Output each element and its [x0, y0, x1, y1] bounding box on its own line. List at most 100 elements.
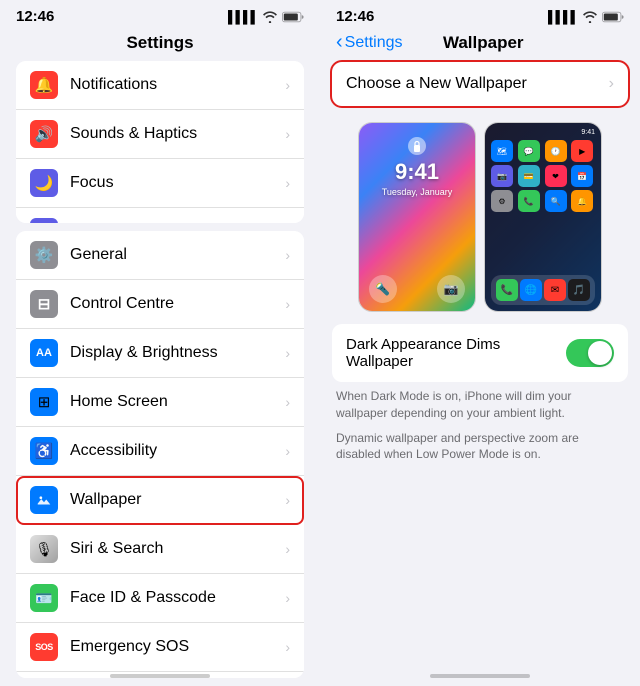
app-icon-7: 🔍 [545, 190, 567, 212]
chevron-icon: › [285, 175, 290, 191]
sidebar-item-wallpaper[interactable]: Wallpaper › [16, 476, 304, 525]
notifications-icon: 🔔 [30, 71, 58, 99]
lock-time: 9:41 [395, 159, 439, 185]
signal-icon-right: ▌▌▌▌ [548, 10, 578, 24]
app-icon-youtube: ▶ [571, 140, 593, 162]
settings-group-1: 🔔 Notifications › 🔊 Sounds & Haptics › 🌙… [16, 61, 304, 223]
accessibility-icon: ♿ [30, 437, 58, 465]
battery-icon-left [282, 11, 304, 23]
dark-appearance-label: Dark Appearance Dims Wallpaper [346, 336, 566, 370]
sidebar-item-accessibility[interactable]: ♿ Accessibility › [16, 427, 304, 476]
screen-time-icon: ⏱ [30, 218, 58, 223]
siri-icon: 🎙 [30, 535, 58, 563]
time-left: 12:46 [16, 8, 54, 25]
chevron-icon: › [285, 296, 290, 312]
back-button[interactable]: ‹ Settings [336, 31, 402, 54]
wifi-icon-right [582, 11, 598, 23]
sidebar-item-emergency-sos[interactable]: SOS Emergency SOS › [16, 623, 304, 672]
info-text-2: Dynamic wallpaper and perspective zoom a… [336, 430, 624, 464]
app-icon-1: 📷 [491, 165, 513, 187]
lock-icon [408, 137, 426, 155]
dark-appearance-row: Dark Appearance Dims Wallpaper [332, 324, 628, 382]
home-screen-label: Home Screen [70, 393, 281, 411]
status-bar-left: 12:46 ▌▌▌▌ [0, 0, 320, 29]
app-icon-6: 📞 [518, 190, 540, 212]
dock-safari: 🌐 [520, 279, 542, 301]
choose-wallpaper-chevron: › [609, 75, 614, 93]
back-chevron-icon: ‹ [336, 31, 343, 54]
chevron-icon: › [285, 126, 290, 142]
sidebar-item-home-screen[interactable]: ⊞ Home Screen › [16, 378, 304, 427]
signal-icon: ▌▌▌▌ [228, 10, 258, 24]
chevron-icon: › [285, 541, 290, 557]
accessibility-label: Accessibility [70, 442, 281, 460]
choose-wallpaper-label: Choose a New Wallpaper [346, 75, 527, 93]
sidebar-item-focus[interactable]: 🌙 Focus › [16, 159, 304, 208]
emergency-sos-icon: SOS [30, 633, 58, 661]
wifi-icon [262, 11, 278, 23]
lockscreen-bg: 9:41 Tuesday, January 🔦 📷 [359, 123, 475, 311]
choose-wallpaper-button[interactable]: Choose a New Wallpaper › [332, 62, 628, 106]
sidebar-item-sounds[interactable]: 🔊 Sounds & Haptics › [16, 110, 304, 159]
app-icon-2: 💳 [518, 165, 540, 187]
sidebar-item-control-centre[interactable]: ⊟ Control Centre › [16, 280, 304, 329]
lock-date: Tuesday, January [382, 187, 453, 197]
general-label: General [70, 246, 281, 264]
home-indicator-left [0, 666, 320, 682]
sidebar-item-siri[interactable]: 🎙 Siri & Search › [16, 525, 304, 574]
emergency-sos-label: Emergency SOS [70, 638, 281, 656]
sidebar-item-screen-time[interactable]: ⏱ Screen Time › [16, 208, 304, 223]
flashlight-icon: 🔦 [369, 275, 397, 303]
home-status-bar: 9:41 [489, 127, 597, 136]
app-icon-3: ❤ [545, 165, 567, 187]
focus-icon: 🌙 [30, 169, 58, 197]
dock: 📞 🌐 ✉ 🎵 [491, 275, 595, 305]
app-icon-5: ⚙ [491, 190, 513, 212]
dock-phone: 📞 [496, 279, 518, 301]
sidebar-item-display[interactable]: AA Display & Brightness › [16, 329, 304, 378]
chevron-icon: › [285, 394, 290, 410]
settings-title: Settings [0, 29, 320, 61]
settings-group-2: ⚙️ General › ⊟ Control Centre › AA Displ… [16, 231, 304, 678]
sidebar-item-face-id[interactable]: 🪪 Face ID & Passcode › [16, 574, 304, 623]
sounds-icon: 🔊 [30, 120, 58, 148]
display-label: Display & Brightness [70, 344, 281, 362]
chevron-icon: › [285, 590, 290, 606]
phone-previews: 9:41 Tuesday, January 🔦 📷 9:41 [320, 118, 640, 324]
control-centre-icon: ⊟ [30, 290, 58, 318]
time-right: 12:46 [336, 8, 374, 25]
siri-label: Siri & Search [70, 540, 281, 558]
settings-panel: 12:46 ▌▌▌▌ Settings 🔔 Notifications › 🔊 [0, 0, 320, 686]
camera-icon: 📷 [437, 275, 465, 303]
status-icons-left: ▌▌▌▌ [228, 10, 304, 24]
info-text-1: When Dark Mode is on, iPhone will dim yo… [336, 388, 624, 422]
status-icons-right: ▌▌▌▌ [548, 10, 624, 24]
face-id-icon: 🪪 [30, 584, 58, 612]
home-indicator-right [320, 666, 640, 682]
lockscreen-preview: 9:41 Tuesday, January 🔦 📷 [358, 122, 476, 312]
status-bar-right: 12:46 ▌▌▌▌ [320, 0, 640, 29]
sidebar-item-notifications[interactable]: 🔔 Notifications › [16, 61, 304, 110]
sidebar-item-general[interactable]: ⚙️ General › [16, 231, 304, 280]
chevron-icon: › [285, 247, 290, 263]
general-icon: ⚙️ [30, 241, 58, 269]
app-grid: 🗺 💬 🕐 ▶ 📷 💳 ❤ 📅 ⚙ 📞 🔍 🔔 [489, 138, 597, 214]
homescreen-bg: 9:41 🗺 💬 🕐 ▶ 📷 💳 ❤ 📅 ⚙ 📞 🔍 🔔 [485, 123, 601, 311]
sounds-label: Sounds & Haptics [70, 125, 281, 143]
page-title-wallpaper: Wallpaper [402, 33, 564, 53]
dark-appearance-toggle[interactable] [566, 339, 614, 367]
toggle-knob [588, 341, 612, 365]
chevron-icon: › [285, 345, 290, 361]
app-icon-messages: 💬 [518, 140, 540, 162]
display-icon: AA [30, 339, 58, 367]
dock-mail: ✉ [544, 279, 566, 301]
wallpaper-label: Wallpaper [70, 491, 281, 509]
focus-label: Focus [70, 174, 281, 192]
nav-bar-right: ‹ Settings Wallpaper [320, 29, 640, 62]
app-icon-8: 🔔 [571, 190, 593, 212]
app-icon-maps: 🗺 [491, 140, 513, 162]
back-label: Settings [345, 34, 403, 52]
notifications-label: Notifications [70, 76, 281, 94]
lock-bottom-icons: 🔦 📷 [365, 275, 469, 311]
face-id-label: Face ID & Passcode [70, 589, 281, 607]
